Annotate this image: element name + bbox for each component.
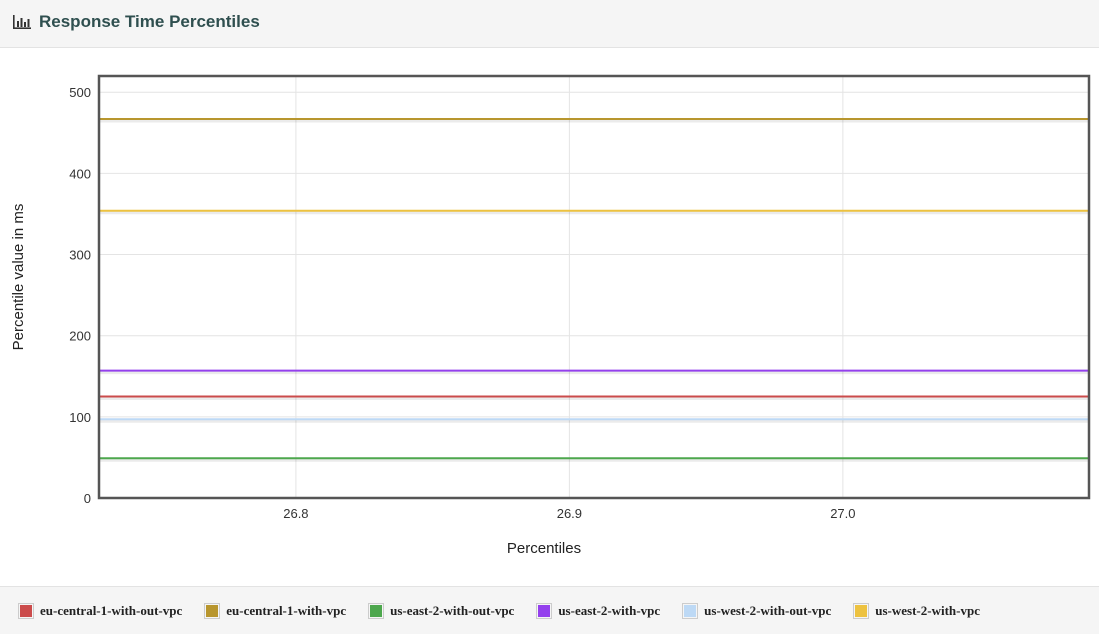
- plot-frame: [97, 74, 1091, 500]
- legend-swatch: [682, 602, 699, 619]
- legend-item[interactable]: eu-central-1-with-vpc: [204, 602, 347, 619]
- bar-chart-icon: [13, 15, 31, 29]
- x-tick-label: 26.9: [557, 506, 582, 521]
- legend-swatch: [18, 602, 34, 619]
- legend-item[interactable]: us-west-2-with-out-vpc: [682, 602, 832, 619]
- x-axis-title: Percentiles: [507, 540, 581, 557]
- series-layer: [99, 118, 1089, 462]
- legend-swatch: [368, 602, 385, 619]
- y-tick-label: 100: [69, 410, 91, 425]
- legend-item[interactable]: eu-central-1-with-out-vpc: [18, 602, 183, 619]
- y-tick-label: 400: [69, 166, 91, 181]
- panel-header: Response Time Percentiles: [0, 0, 1099, 48]
- y-axis-title: Percentile value in ms: [10, 204, 27, 351]
- tick-labels: 010020030040050026.826.927.027.127.2: [69, 85, 855, 521]
- grid: [99, 76, 1089, 499]
- legend-item[interactable]: us-east-2-with-vpc: [536, 602, 661, 619]
- panel-title: Response Time Percentiles: [12, 12, 260, 32]
- legend: eu-central-1-with-out-vpc eu-central-1-wi…: [0, 586, 1099, 634]
- legend-swatch: [204, 602, 221, 619]
- y-tick-label: 0: [84, 491, 91, 506]
- chart-title: Response Time Percentiles: [39, 12, 260, 31]
- x-tick-label: 26.8: [283, 506, 308, 521]
- legend-label: eu-central-1-with-out-vpc: [40, 602, 183, 618]
- legend-swatch: [536, 602, 553, 619]
- legend-label: us-east-2-with-out-vpc: [390, 602, 515, 618]
- y-tick-label: 500: [69, 85, 91, 100]
- legend-label: us-east-2-with-vpc: [558, 602, 661, 618]
- legend-label: us-west-2-with-out-vpc: [704, 602, 832, 618]
- chart-area: 010020030040050026.826.927.027.127.2 Per…: [10, 74, 1091, 557]
- legend-label: us-west-2-with-vpc: [875, 602, 980, 618]
- y-tick-label: 200: [69, 329, 91, 344]
- legend-label: eu-central-1-with-vpc: [226, 602, 347, 618]
- legend-item[interactable]: us-east-2-with-out-vpc: [368, 602, 515, 619]
- y-tick-label: 300: [69, 248, 91, 263]
- legend-swatch: [853, 602, 870, 619]
- x-tick-label: 27.0: [830, 506, 855, 521]
- legend-item[interactable]: us-west-2-with-vpc: [853, 602, 980, 619]
